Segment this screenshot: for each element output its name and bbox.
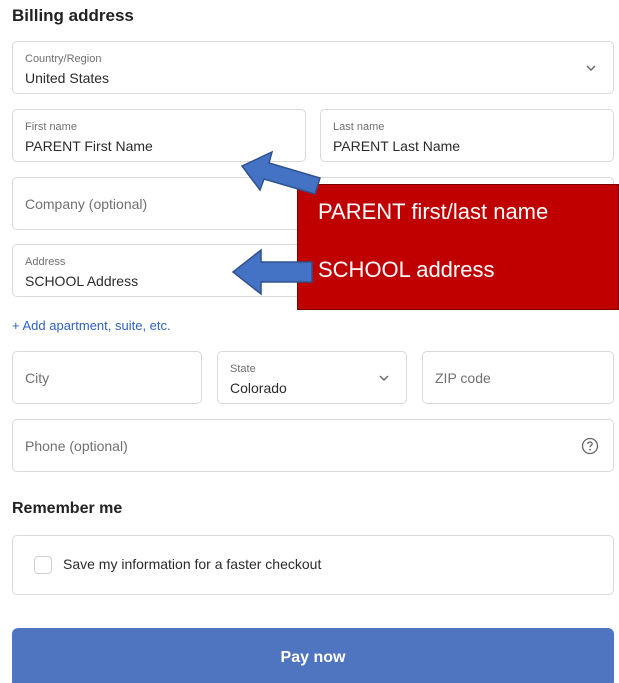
arrow-to-name-icon bbox=[240, 150, 321, 195]
country-region-value: United States bbox=[25, 70, 110, 86]
country-region-select[interactable]: Country/Region United States bbox=[12, 41, 614, 94]
add-apartment-link[interactable]: + Add apartment, suite, etc. bbox=[12, 318, 171, 333]
city-placeholder: City bbox=[25, 369, 50, 386]
billing-address-heading: Billing address bbox=[12, 6, 134, 25]
last-name-value: PARENT Last Name bbox=[333, 138, 461, 154]
arrow-to-address-icon bbox=[231, 248, 313, 296]
save-info-checkbox[interactable] bbox=[34, 556, 52, 574]
remember-me-heading: Remember me bbox=[12, 500, 123, 517]
company-placeholder: Company (optional) bbox=[25, 195, 148, 212]
last-name-label: Last name bbox=[333, 121, 385, 133]
annotation-callout: PARENT first/last name SCHOOL address bbox=[297, 184, 619, 310]
annotation-address-text: SCHOOL address bbox=[318, 257, 495, 282]
save-info-label: Save my information for a faster checkou… bbox=[63, 556, 322, 572]
annotation-name-text: PARENT first/last name bbox=[318, 199, 549, 224]
zip-code-placeholder: ZIP code bbox=[435, 369, 491, 386]
state-label: State bbox=[230, 363, 256, 375]
pay-now-button[interactable]: Pay now bbox=[12, 628, 614, 683]
chevron-down-icon bbox=[378, 372, 390, 384]
question-circle-icon[interactable] bbox=[581, 437, 599, 455]
first-name-label: First name bbox=[25, 121, 77, 133]
save-info-row[interactable]: Save my information for a faster checkou… bbox=[12, 535, 614, 595]
phone-field[interactable]: Phone (optional) bbox=[12, 419, 614, 472]
zip-code-field[interactable]: ZIP code bbox=[422, 351, 614, 404]
state-select[interactable]: State Colorado bbox=[217, 351, 407, 404]
phone-placeholder: Phone (optional) bbox=[25, 437, 128, 454]
first-name-value: PARENT First Name bbox=[25, 138, 153, 154]
city-field[interactable]: City bbox=[12, 351, 202, 404]
chevron-down-icon bbox=[585, 62, 597, 74]
address-value: SCHOOL Address bbox=[25, 273, 139, 289]
country-region-label: Country/Region bbox=[25, 53, 102, 65]
state-value: Colorado bbox=[230, 380, 287, 396]
last-name-field[interactable]: Last name PARENT Last Name bbox=[320, 109, 614, 162]
address-label: Address bbox=[25, 256, 66, 268]
